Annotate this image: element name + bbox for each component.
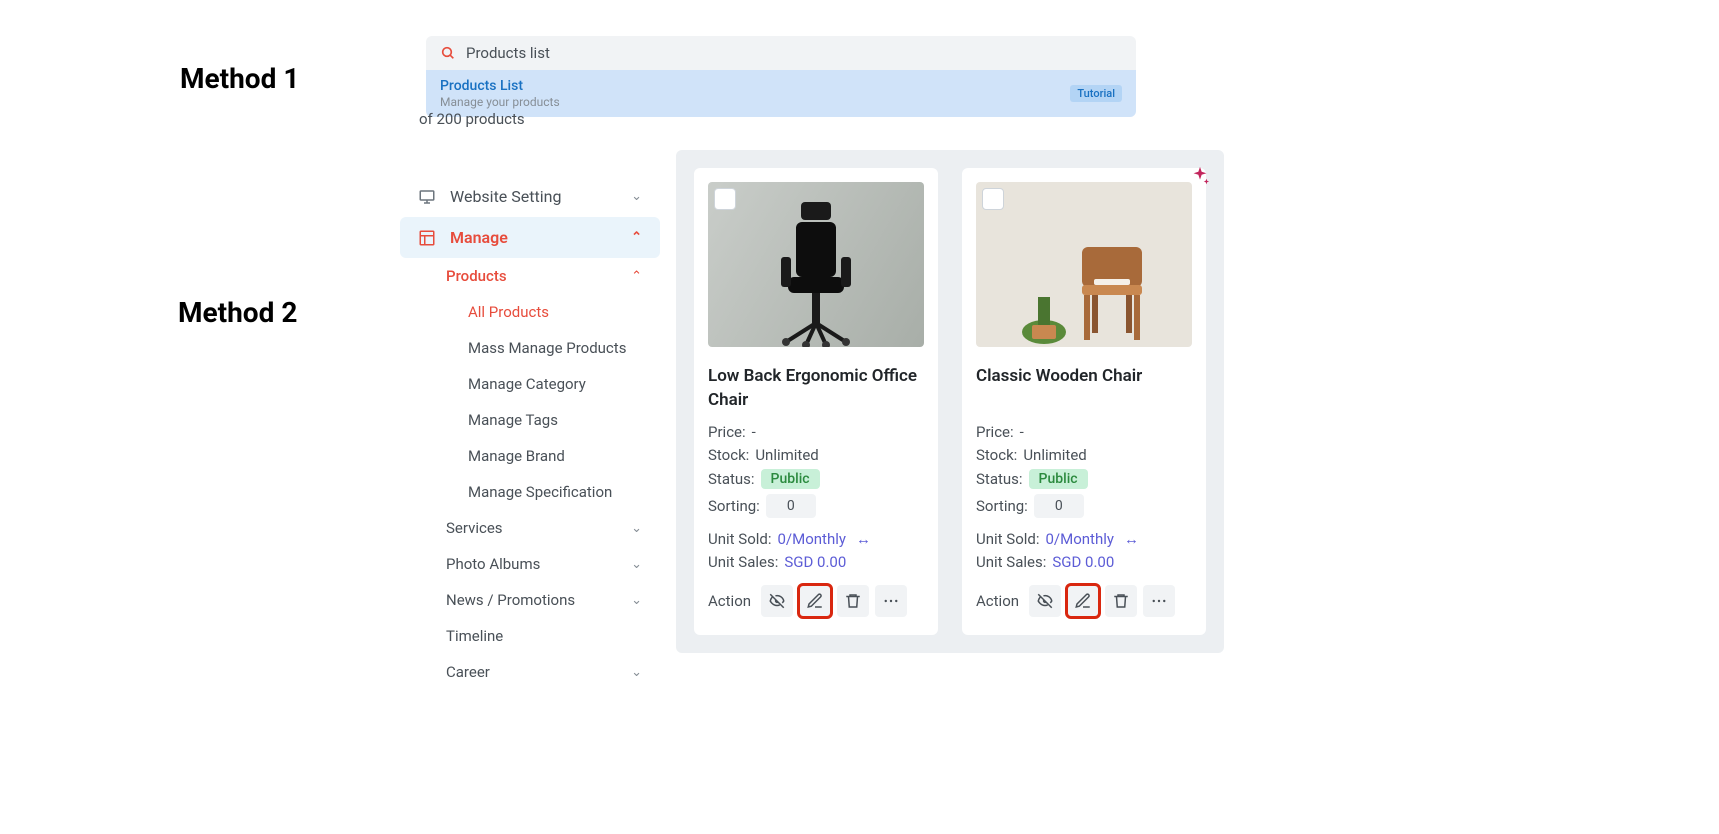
hide-button[interactable] — [1029, 585, 1061, 617]
product-image — [708, 182, 924, 347]
action-label: Action — [976, 592, 1019, 610]
sorting-input[interactable]: 0 — [1034, 494, 1084, 518]
subnav-services[interactable]: Services ⌄ — [428, 510, 660, 546]
stock-label: Stock: — [708, 446, 749, 464]
status-label: Status: — [976, 470, 1023, 488]
more-button[interactable] — [1143, 585, 1175, 617]
price-label: Price: — [976, 423, 1014, 441]
method-2-label: Method 2 — [178, 296, 297, 329]
subnav-label: Timeline — [446, 627, 503, 645]
unit-sales-value: SGD 0.00 — [784, 553, 846, 571]
subnav-label: News / Promotions — [446, 591, 575, 609]
hide-button[interactable] — [761, 585, 793, 617]
chevron-up-icon: ⌃ — [631, 230, 642, 245]
price-value: - — [1020, 423, 1024, 441]
search-result-subtitle: Manage your products — [440, 95, 560, 109]
subnav-manage-spec[interactable]: Manage Specification — [450, 474, 660, 510]
product-checkbox[interactable] — [714, 188, 736, 210]
products-grid: Low Back Ergonomic Office Chair Price: -… — [676, 150, 1224, 653]
sorting-label: Sorting: — [976, 497, 1028, 515]
unit-sold-value[interactable]: 0/Monthly — [778, 530, 846, 548]
chevron-down-icon: ⌄ — [631, 665, 642, 680]
subnav-news-promotions[interactable]: News / Promotions ⌄ — [428, 582, 660, 618]
stock-value: Unlimited — [755, 446, 818, 464]
monitor-icon — [418, 188, 440, 206]
delete-button[interactable] — [837, 585, 869, 617]
subnav-products[interactable]: Products ⌃ — [428, 258, 660, 294]
subnav-timeline[interactable]: Timeline — [428, 618, 660, 654]
swap-icon[interactable]: ↔ — [856, 530, 871, 548]
product-card: Classic Wooden Chair Price: - Stock: Unl… — [962, 168, 1206, 635]
edit-button[interactable] — [1067, 585, 1099, 617]
chevron-down-icon: ⌄ — [631, 521, 642, 536]
swap-icon[interactable]: ↔ — [1124, 530, 1139, 548]
subnav-label: Services — [446, 519, 503, 537]
status-label: Status: — [708, 470, 755, 488]
subnav-career[interactable]: Career ⌄ — [428, 654, 660, 690]
subnav-label: Career — [446, 663, 490, 681]
stock-label: Stock: — [976, 446, 1017, 464]
edit-button[interactable] — [799, 585, 831, 617]
subnav-label: Products — [446, 267, 507, 285]
nav-manage[interactable]: Manage ⌃ — [400, 217, 660, 258]
product-count-partial: of 200 products — [419, 110, 525, 128]
search-bar[interactable]: Products list — [426, 36, 1136, 70]
search-container: Products list Products List Manage your … — [426, 36, 1136, 117]
wooden-chair-illustration — [1004, 197, 1164, 347]
office-chair-illustration — [746, 197, 886, 347]
sorting-label: Sorting: — [708, 497, 760, 515]
status-badge: Public — [761, 469, 820, 489]
product-title: Classic Wooden Chair — [976, 365, 1192, 413]
nav-label: Website Setting — [450, 187, 561, 206]
subnav-mass-manage[interactable]: Mass Manage Products — [450, 330, 660, 366]
sorting-input[interactable]: 0 — [766, 494, 816, 518]
product-title: Low Back Ergonomic Office Chair — [708, 365, 924, 413]
chevron-down-icon: ⌄ — [631, 189, 642, 204]
layout-icon — [418, 229, 440, 247]
delete-button[interactable] — [1105, 585, 1137, 617]
unit-sold-label: Unit Sold: — [976, 530, 1040, 548]
search-icon — [440, 45, 456, 61]
product-checkbox[interactable] — [982, 188, 1004, 210]
chevron-up-icon: ⌃ — [631, 269, 642, 284]
action-label: Action — [708, 592, 751, 610]
subnav-manage-brand[interactable]: Manage Brand — [450, 438, 660, 474]
nav-label: Manage — [450, 228, 508, 247]
product-card: Low Back Ergonomic Office Chair Price: -… — [694, 168, 938, 635]
tutorial-badge: Tutorial — [1070, 85, 1122, 102]
search-result-item[interactable]: Products List Manage your products Tutor… — [426, 70, 1136, 117]
subnav-all-products[interactable]: All Products — [450, 294, 660, 330]
unit-sales-label: Unit Sales: — [976, 553, 1046, 571]
stock-value: Unlimited — [1023, 446, 1086, 464]
sidebar: Website Setting ⌄ Manage ⌃ Products ⌃ Al… — [400, 176, 660, 690]
unit-sold-label: Unit Sold: — [708, 530, 772, 548]
sparkle-icon — [1189, 165, 1211, 187]
status-badge: Public — [1029, 469, 1088, 489]
method-1-label: Method 1 — [180, 62, 299, 95]
unit-sales-label: Unit Sales: — [708, 553, 778, 571]
price-value: - — [752, 423, 756, 441]
search-result-title: Products List — [440, 78, 560, 94]
unit-sales-value: SGD 0.00 — [1052, 553, 1114, 571]
subnav-manage-category[interactable]: Manage Category — [450, 366, 660, 402]
more-button[interactable] — [875, 585, 907, 617]
chevron-down-icon: ⌄ — [631, 593, 642, 608]
chevron-down-icon: ⌄ — [631, 557, 642, 572]
subnav-manage-tags[interactable]: Manage Tags — [450, 402, 660, 438]
search-query: Products list — [466, 44, 550, 62]
product-image — [976, 182, 1192, 347]
price-label: Price: — [708, 423, 746, 441]
unit-sold-value[interactable]: 0/Monthly — [1046, 530, 1114, 548]
subnav-label: Photo Albums — [446, 555, 540, 573]
subnav-photo-albums[interactable]: Photo Albums ⌄ — [428, 546, 660, 582]
nav-website-setting[interactable]: Website Setting ⌄ — [400, 176, 660, 217]
